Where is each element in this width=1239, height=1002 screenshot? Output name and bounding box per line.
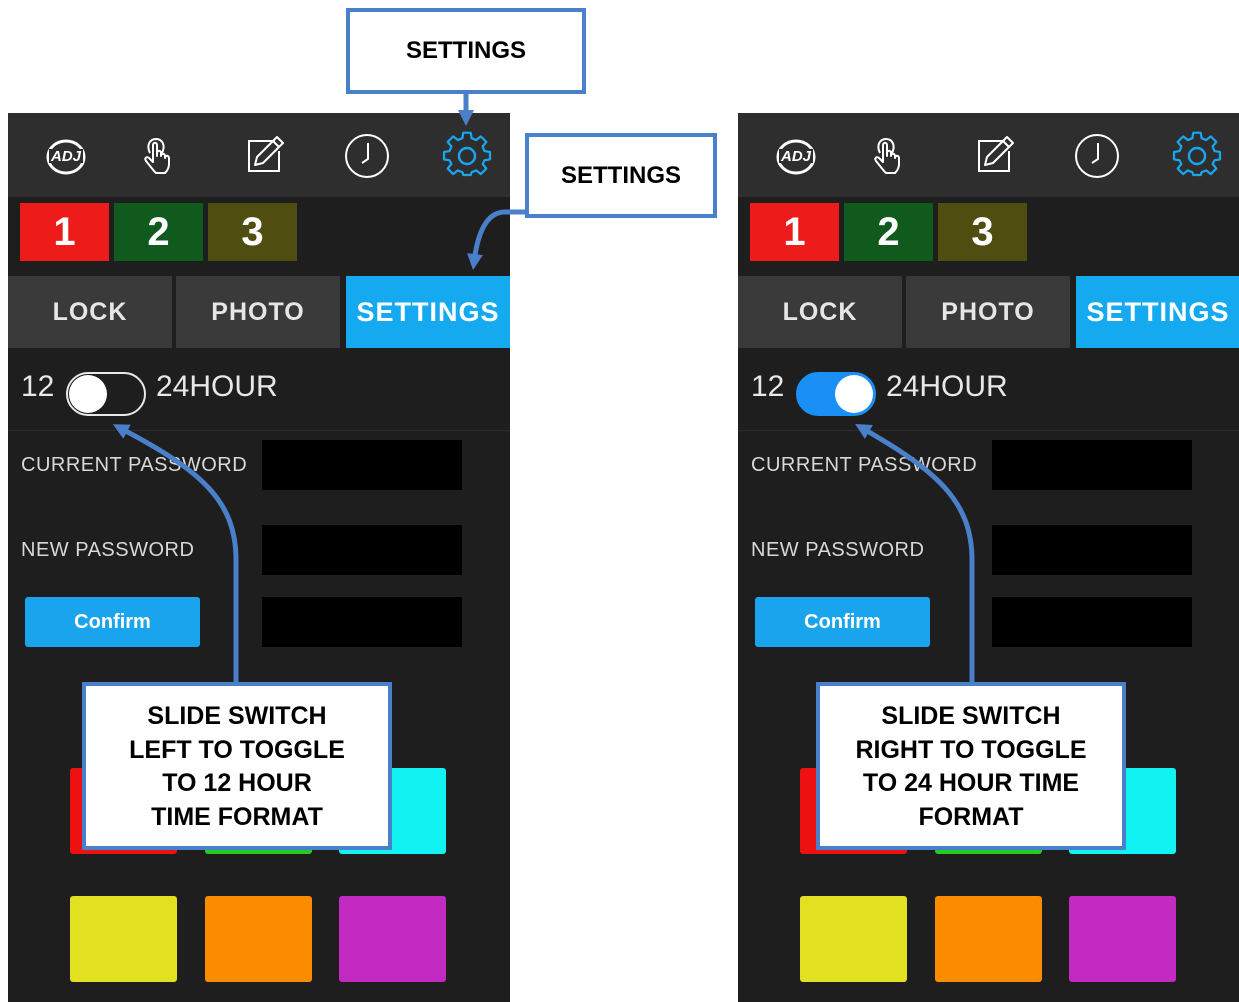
note-line: LEFT TO TOGGLE: [129, 735, 345, 764]
tab-photo[interactable]: PHOTO: [176, 276, 340, 348]
tab-settings[interactable]: SETTINGS: [346, 276, 510, 348]
toggle-24hour-label: 24HOUR: [886, 370, 1008, 403]
color-swatch-purple[interactable]: [339, 896, 446, 982]
tab-settings[interactable]: SETTINGS: [1076, 276, 1239, 348]
preset-3-button[interactable]: 3: [938, 203, 1027, 261]
time-format-row: 12 24HOUR: [738, 348, 1239, 431]
svg-text:ADJ: ADJ: [780, 148, 812, 165]
time-format-row: 12 24HOUR: [8, 348, 510, 431]
time-format-toggle[interactable]: [66, 372, 146, 416]
top-toolbar: ADJ: [738, 113, 1239, 197]
preset-1-button[interactable]: 1: [20, 203, 109, 261]
svg-text:ADJ: ADJ: [50, 148, 82, 165]
toggle-24hour-label: 24HOUR: [156, 370, 278, 403]
confirm-password-field[interactable]: [262, 597, 462, 647]
confirm-password-field[interactable]: [992, 597, 1192, 647]
new-password-field[interactable]: [992, 525, 1192, 575]
tab-lock[interactable]: LOCK: [738, 276, 902, 348]
note-line: TO 24 HOUR TIME: [862, 769, 1080, 797]
edit-pencil-icon[interactable]: [969, 131, 1019, 181]
time-format-toggle[interactable]: [796, 372, 876, 416]
preset-3-button[interactable]: 3: [208, 203, 297, 261]
tab-photo[interactable]: PHOTO: [906, 276, 1070, 348]
current-password-field[interactable]: [262, 440, 462, 490]
callout-settings-side: SETTINGS: [525, 133, 717, 218]
note-line: SLIDE SWITCH: [881, 702, 1061, 730]
preset-2-button[interactable]: 2: [844, 203, 933, 261]
edit-pencil-icon[interactable]: [239, 131, 289, 181]
current-password-label: CURRENT PASSWORD: [21, 454, 248, 476]
adj-logo-icon[interactable]: ADJ: [41, 131, 91, 181]
color-swatch-purple[interactable]: [1069, 896, 1176, 982]
new-password-label: NEW PASSWORD: [751, 539, 925, 561]
gear-icon[interactable]: [442, 131, 492, 181]
touch-hand-icon[interactable]: [862, 131, 912, 181]
color-swatch-orange[interactable]: [205, 896, 312, 982]
callout-settings-top: SETTINGS: [346, 8, 586, 94]
preset-1-button[interactable]: 1: [750, 203, 839, 261]
touch-hand-icon[interactable]: [132, 131, 182, 181]
adj-logo-icon[interactable]: ADJ: [771, 131, 821, 181]
note-line: TO 12 HOUR: [162, 769, 312, 797]
clock-icon[interactable]: [1072, 131, 1122, 181]
note-line: SLIDE SWITCH: [147, 702, 327, 730]
toggle-12-label: 12: [21, 370, 55, 403]
note-line: FORMAT: [918, 802, 1024, 831]
app-screen-24-hour: ADJ 1 2 3 LOCK PHOTO SETTINGS 12 24HOUR …: [738, 113, 1239, 1002]
preset-2-button[interactable]: 2: [114, 203, 203, 261]
tab-bar: LOCK PHOTO SETTINGS: [8, 276, 510, 348]
color-swatch-yellow[interactable]: [70, 896, 177, 982]
color-swatch-yellow[interactable]: [800, 896, 907, 982]
new-password-field[interactable]: [262, 525, 462, 575]
app-screen-12-hour: ADJ 1 2 3 LOCK PHOTO SETTINGS 12 24HOUR …: [8, 113, 510, 1002]
toggle-knob: [835, 375, 873, 413]
color-swatch-orange[interactable]: [935, 896, 1042, 982]
current-password-label: CURRENT PASSWORD: [751, 454, 978, 476]
new-password-label: NEW PASSWORD: [21, 539, 195, 561]
callout-24-hour-note: SLIDE SWITCH RIGHT TO TOGGLE TO 24 HOUR …: [816, 682, 1126, 850]
callout-12-hour-note: SLIDE SWITCH LEFT TO TOGGLE TO 12 HOUR T…: [82, 682, 392, 850]
tab-lock[interactable]: LOCK: [8, 276, 172, 348]
gear-icon[interactable]: [1172, 131, 1222, 181]
toggle-knob: [69, 375, 107, 413]
toggle-12-label: 12: [751, 370, 785, 403]
confirm-button[interactable]: Confirm: [755, 597, 930, 647]
confirm-button[interactable]: Confirm: [25, 597, 200, 647]
top-toolbar: ADJ: [8, 113, 510, 197]
note-line: TIME FORMAT: [151, 802, 323, 831]
current-password-field[interactable]: [992, 440, 1192, 490]
clock-icon[interactable]: [342, 131, 392, 181]
note-line: RIGHT TO TOGGLE: [855, 735, 1087, 764]
tab-bar: LOCK PHOTO SETTINGS: [738, 276, 1239, 348]
